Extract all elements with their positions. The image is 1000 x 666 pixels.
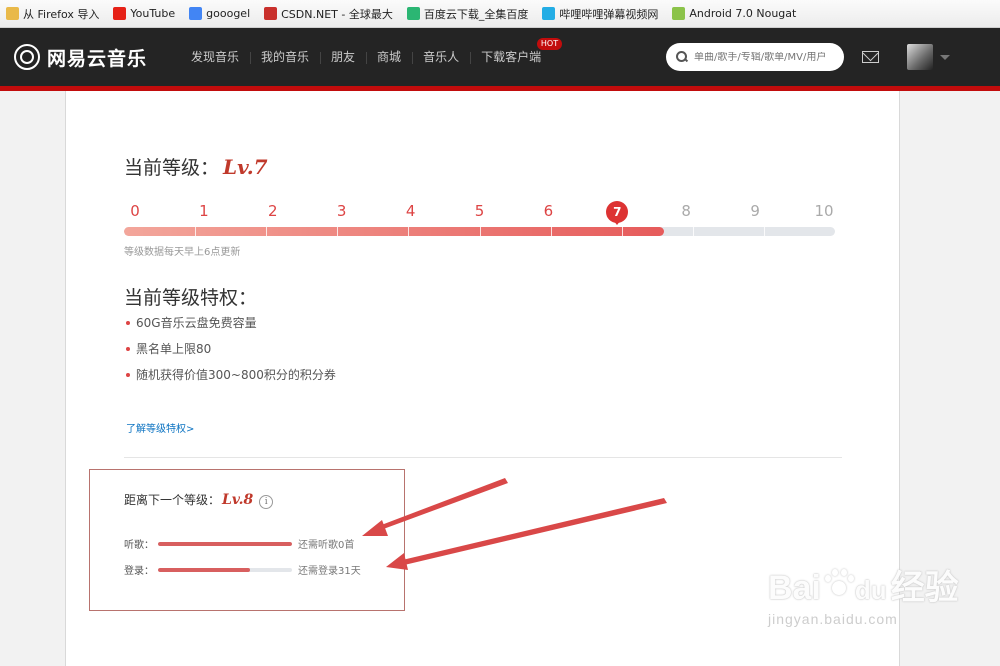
arrow-to-listen <box>362 478 508 536</box>
paw-icon <box>822 567 854 599</box>
watermark-url: jingyan.baidu.com <box>768 611 898 627</box>
watermark-logo-right: 经验 <box>890 569 959 607</box>
baidu-jingyan-watermark: Bai du 经验 jingyan.baidu.com <box>768 560 959 627</box>
watermark-logo-du: du <box>854 575 887 605</box>
watermark-logo: Bai du 经验 <box>768 560 959 609</box>
watermark-logo-left: Bai <box>768 569 821 607</box>
